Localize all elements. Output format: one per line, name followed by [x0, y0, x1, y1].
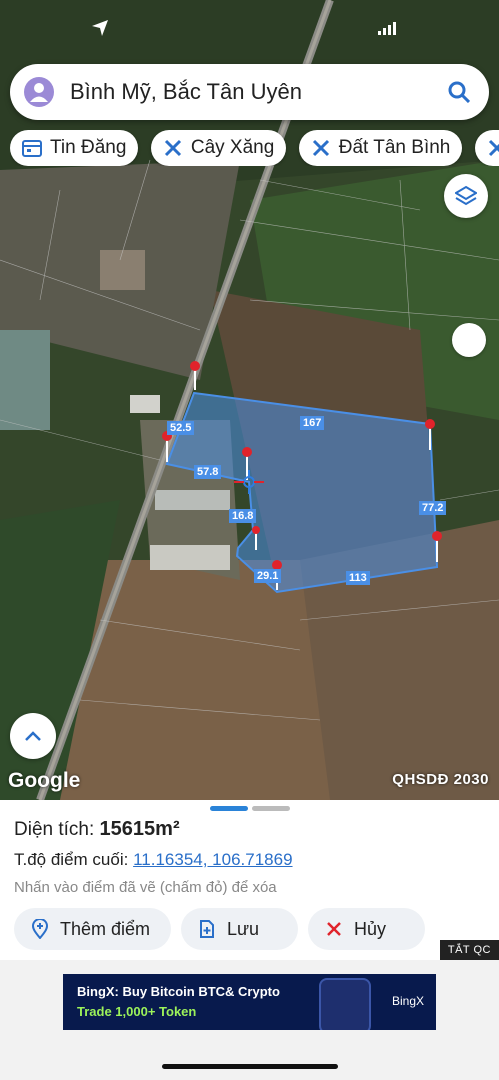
- area-readout: Diện tích: 15615m²: [14, 818, 180, 841]
- tools-icon: [487, 138, 499, 158]
- sheet-pager[interactable]: [210, 806, 290, 811]
- avatar[interactable]: [24, 77, 54, 107]
- phone-image: [319, 978, 371, 1030]
- vertex-pin: [242, 447, 252, 457]
- vertex-pin: [432, 531, 442, 541]
- close-ad-button[interactable]: TẮT QC: [439, 940, 499, 960]
- vertex-pin: [190, 361, 200, 371]
- google-logo: Google: [8, 769, 81, 792]
- edge-label: 52.5: [167, 421, 195, 435]
- close-icon: [324, 919, 344, 939]
- search-icon[interactable]: [445, 78, 473, 106]
- add-point-icon: [30, 919, 50, 939]
- chip-tin-dang[interactable]: Tin Đăng: [10, 130, 139, 166]
- tools-icon: [163, 138, 183, 158]
- chip-label: Cây Xăng: [190, 137, 275, 158]
- tools-icon: [311, 138, 331, 158]
- home-indicator: [162, 1064, 338, 1069]
- ad-banner[interactable]: BingX: Buy Bitcoin BTC& Crypto Trade 1,0…: [63, 974, 436, 1030]
- chip-label: Đất Tân Bình: [338, 137, 451, 158]
- ad-subline: Trade 1,000+ Token: [77, 1004, 197, 1019]
- bottom-sheet: Diện tích: 15615m² T.độ điểm cuối: 11.16…: [0, 800, 499, 960]
- ad-banner-zone: TẮT QC BingX: Buy Bitcoin BTC& Crypto Tr…: [0, 940, 499, 1080]
- search-bar[interactable]: Bình Mỹ, Bắc Tân Uyên: [10, 64, 489, 120]
- satellite-map[interactable]: 52.5 167 57.8 16.8 77.2 29.1 113 Bình Mỹ…: [0, 0, 499, 800]
- chip-4h[interactable]: 4h: [474, 130, 499, 166]
- action-buttons: Thêm điểm Lưu Hủy: [14, 908, 425, 950]
- location-arrow-icon: [92, 20, 108, 36]
- coord-label: T.độ điểm cuối:: [14, 850, 129, 869]
- ad-brand: BingX: [391, 994, 424, 1008]
- edge-label: 77.2: [419, 501, 447, 515]
- chip-dat-tan-binh[interactable]: Đất Tân Bình: [298, 130, 463, 166]
- layers-button[interactable]: [444, 174, 488, 218]
- filter-chips: Tin Đăng Cây Xăng Đất Tân Bình 4h: [10, 130, 499, 166]
- expand-button[interactable]: [10, 713, 56, 759]
- button-label: Thêm điểm: [60, 918, 151, 939]
- user-icon: [30, 83, 48, 102]
- edge-label: 29.1: [254, 569, 282, 583]
- opacity-slider-handle[interactable]: [452, 323, 486, 357]
- status-bar: [0, 0, 499, 58]
- area-value: 15615m²: [99, 818, 180, 840]
- coord-link[interactable]: 11.16354, 106.71869: [133, 850, 292, 869]
- save-button[interactable]: Lưu: [181, 908, 298, 950]
- map-imagery: [0, 0, 499, 800]
- area-label: Diện tích:: [14, 819, 95, 840]
- chip-cay-xang[interactable]: Cây Xăng: [150, 130, 287, 166]
- edge-label: 113: [346, 571, 370, 585]
- vertex-pin: [252, 526, 260, 534]
- layers-icon: [455, 185, 477, 206]
- chevron-up-icon: [25, 731, 41, 741]
- vertex-pin: [425, 419, 435, 429]
- edge-label: 57.8: [194, 465, 222, 479]
- signal-icon: [378, 22, 396, 35]
- hint-text: Nhấn vào điểm đã vẽ (chấm đỏ) để xóa: [14, 879, 277, 896]
- chip-label: Tin Đăng: [50, 137, 127, 158]
- layer-name: QHSDĐ 2030: [392, 771, 489, 788]
- button-label: Lưu: [227, 918, 260, 939]
- calendar-icon: [22, 138, 42, 158]
- coord-readout: T.độ điểm cuối: 11.16354, 106.71869: [14, 850, 293, 870]
- search-input[interactable]: Bình Mỹ, Bắc Tân Uyên: [70, 79, 445, 105]
- edge-label: 16.8: [229, 509, 257, 523]
- edge-label: 167: [300, 416, 325, 430]
- add-point-button[interactable]: Thêm điểm: [14, 908, 171, 950]
- cancel-button[interactable]: Hủy: [308, 908, 425, 950]
- button-label: Hủy: [354, 918, 387, 939]
- ad-headline: BingX: Buy Bitcoin BTC& Crypto: [77, 984, 280, 999]
- save-icon: [197, 919, 217, 939]
